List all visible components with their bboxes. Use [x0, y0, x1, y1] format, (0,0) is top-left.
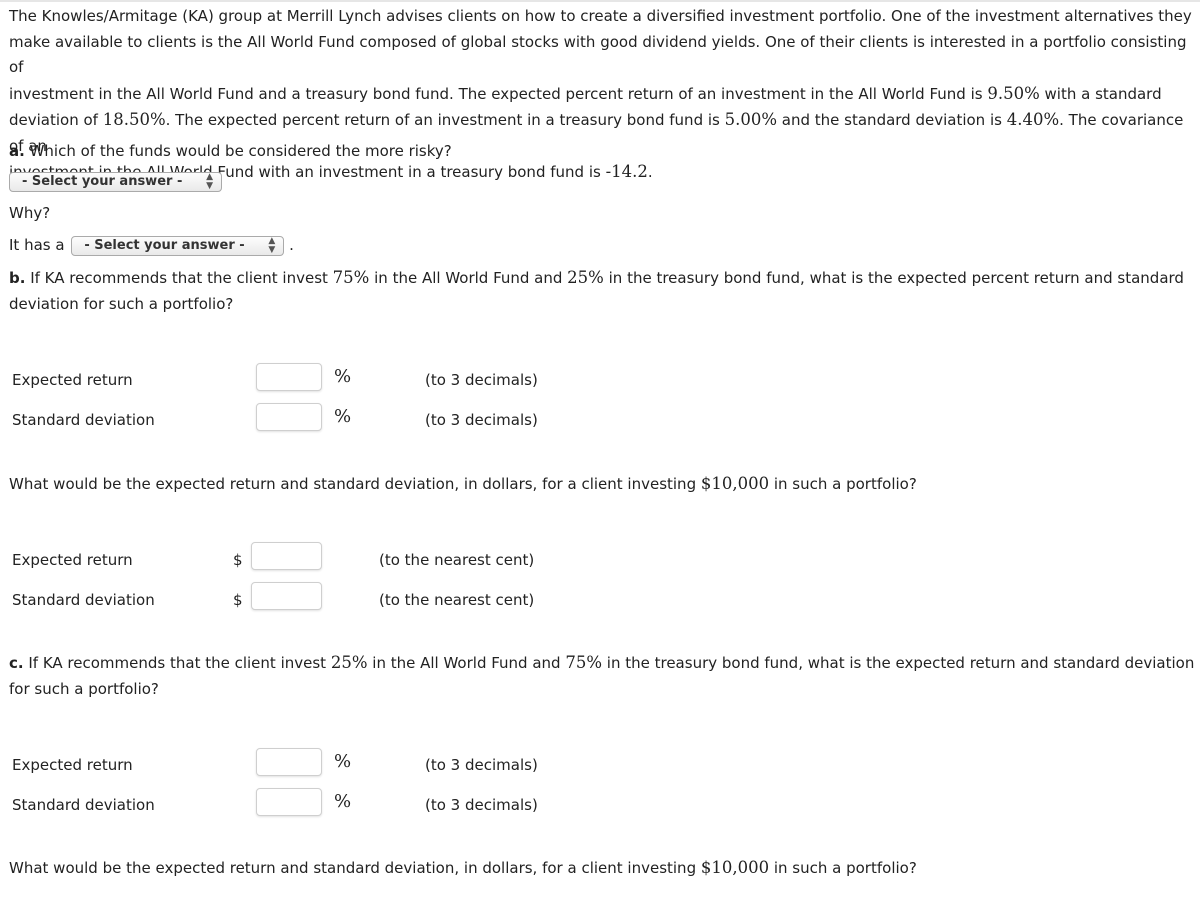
b-dollar-std-dev-input[interactable]	[251, 582, 322, 610]
text: in the All World Fund and	[369, 269, 568, 287]
b-dollar-std-dev-hint: (to the nearest cent)	[379, 591, 535, 609]
dollar-unit: $	[233, 551, 243, 569]
percent-unit: %	[334, 366, 352, 387]
part-c-line-1: c. If KA recommends that the client inve…	[9, 650, 1199, 677]
pct-value: 25%	[567, 268, 604, 287]
text: What would be the expected return and st…	[9, 859, 701, 877]
part-c-line-2: for such a portfolio?	[9, 679, 159, 698]
text: in the treasury bond fund, what is the e…	[603, 269, 1184, 287]
investment-amount: $10,000	[700, 858, 770, 877]
c-dollar-question: What would be the expected return and st…	[9, 855, 1199, 882]
select-arrows-icon: ▲ ▼	[206, 172, 213, 191]
investment-amount: $10,000	[700, 474, 770, 493]
text: in the treasury bond fund, what is the e…	[602, 654, 1195, 672]
c-std-dev-label: Standard deviation	[12, 796, 155, 814]
part-a-question: a. Which of the funds would be considere…	[9, 139, 1199, 165]
part-c-label: c.	[9, 654, 24, 672]
top-divider	[0, 0, 1200, 2]
text: What would be the expected return and st…	[9, 475, 701, 493]
select-value: - Select your answer -	[84, 237, 245, 253]
pct-value: 75%	[565, 653, 603, 672]
awf-return-value: 9.50%	[987, 83, 1040, 103]
percent-unit: %	[334, 751, 352, 772]
part-c-question: c. If KA recommends that the client inve…	[9, 650, 1199, 702]
text: and the standard deviation is	[777, 111, 1007, 129]
b-dollar-std-dev-label: Standard deviation	[12, 591, 155, 609]
reason-line: It has a - Select your answer - ▲ ▼ .	[9, 233, 1199, 259]
b-dollar-question: What would be the expected return and st…	[9, 471, 1199, 498]
percent-unit: %	[334, 406, 352, 427]
b-std-dev-input[interactable]	[256, 403, 322, 431]
text: deviation of	[9, 111, 103, 129]
c-expected-return-input[interactable]	[256, 748, 322, 776]
b-dollar-expected-return-label: Expected return	[12, 551, 133, 569]
text: If KA recommends that the client invest	[23, 654, 331, 672]
tb-sd-value: 4.40%	[1006, 110, 1060, 129]
c-std-dev-hint: (to 3 decimals)	[425, 796, 538, 814]
text: investment in the All World Fund and a t…	[9, 84, 988, 103]
b-dollar-expected-return-input[interactable]	[251, 542, 322, 570]
b-std-dev-hint: (to 3 decimals)	[425, 411, 538, 429]
part-b-line-1: b. If KA recommends that the client inve…	[9, 265, 1199, 292]
c-expected-return-hint: (to 3 decimals)	[425, 756, 538, 774]
part-b-question: b. If KA recommends that the client inve…	[9, 265, 1199, 317]
text: in such a portfolio?	[769, 859, 917, 877]
part-b-line-2: deviation for such a portfolio?	[9, 294, 234, 313]
intro-line-2: make available to clients is the All Wor…	[9, 32, 1187, 77]
intro-line-3: investment in the All World Fund and a t…	[9, 81, 1199, 108]
text: with a standard	[1039, 84, 1162, 103]
why-label: Why?	[9, 204, 51, 222]
b-expected-return-label: Expected return	[12, 371, 133, 389]
c-std-dev-input[interactable]	[256, 788, 322, 816]
intro-line-1: The Knowles/Armitage (KA) group at Merri…	[9, 7, 1192, 25]
text: in the All World Fund and	[367, 654, 566, 672]
dollar-unit: $	[233, 591, 243, 609]
part-a-label: a.	[9, 142, 25, 160]
reason-select[interactable]: - Select your answer - ▲ ▼	[71, 235, 285, 256]
pct-value: 75%	[332, 268, 370, 287]
tb-return-value: 5.00%	[724, 110, 778, 129]
percent-unit: %	[334, 791, 352, 812]
text: Which of the funds would be considered t…	[24, 142, 452, 160]
covariance-value: -14.2	[605, 162, 648, 181]
select-value: - Select your answer -	[22, 174, 183, 189]
awf-sd-value: 18.50%	[102, 110, 166, 129]
it-has-a-text: It has a	[9, 236, 65, 254]
b-expected-return-input[interactable]	[256, 363, 322, 391]
part-b-label: b.	[9, 269, 26, 287]
riskier-fund-select[interactable]: - Select your answer - ▲ ▼	[9, 172, 222, 192]
b-expected-return-hint: (to 3 decimals)	[425, 371, 538, 389]
pct-value: 25%	[330, 653, 368, 672]
text: in such a portfolio?	[769, 475, 917, 493]
b-std-dev-label: Standard deviation	[12, 411, 155, 429]
text: .	[647, 163, 653, 181]
text: If KA recommends that the client invest	[25, 269, 333, 287]
c-expected-return-label: Expected return	[12, 756, 133, 774]
period: .	[289, 236, 294, 254]
b-dollar-expected-return-hint: (to the nearest cent)	[379, 551, 535, 569]
text: . The expected percent return of an inve…	[165, 111, 725, 129]
select-arrows-icon: ▲ ▼	[268, 235, 276, 255]
